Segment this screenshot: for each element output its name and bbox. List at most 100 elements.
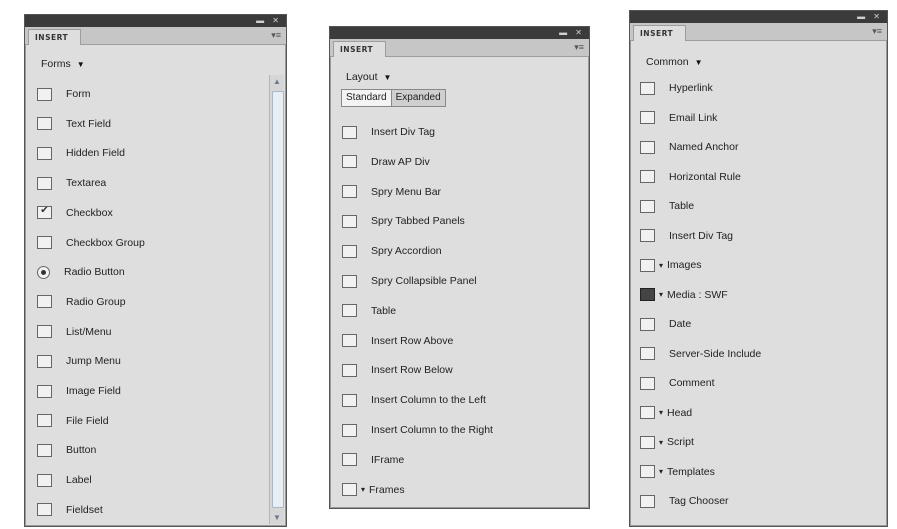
window-controls[interactable]: ▬ ✕: [559, 28, 585, 38]
list-item[interactable]: File Field: [37, 408, 109, 434]
dropdown-arrow-icon[interactable]: ▾: [659, 467, 663, 476]
item-label: File Field: [66, 414, 109, 427]
list-item[interactable]: ▾ Script: [640, 429, 694, 455]
category-selector[interactable]: Forms ▼: [41, 58, 85, 70]
list-item[interactable]: Fieldset: [37, 497, 103, 523]
list-item[interactable]: Text Field: [37, 111, 111, 137]
scrollbar[interactable]: ▲ ▼: [269, 75, 284, 524]
tab-insert[interactable]: INSERT: [28, 29, 82, 45]
panel-tabstrip: INSERT ▾≡: [25, 27, 286, 45]
list-item[interactable]: Date: [640, 311, 691, 337]
list-item[interactable]: Tag Chooser: [640, 488, 729, 514]
item-label: IFrame: [371, 453, 405, 466]
item-label: Text Field: [66, 117, 111, 130]
list-item[interactable]: Button: [37, 437, 96, 463]
list-item[interactable]: ▾ Head: [640, 400, 692, 426]
list-item[interactable]: Email Link: [640, 105, 717, 131]
window-controls[interactable]: ▬ ✕: [256, 16, 282, 26]
list-item[interactable]: Draw AP Div: [342, 149, 430, 175]
expanded-mode-button[interactable]: Expanded: [392, 90, 445, 106]
standard-mode-button[interactable]: Standard: [342, 90, 392, 106]
dropdown-arrow-icon[interactable]: ▾: [659, 290, 663, 299]
item-label: Horizontal Rule: [669, 170, 741, 183]
frames-icon: [342, 483, 357, 497]
list-item[interactable]: Spry Collapsible Panel: [342, 268, 477, 294]
panel-titlebar[interactable]: ▬ ✕: [330, 27, 589, 39]
dropdown-arrow-icon[interactable]: ▾: [659, 438, 663, 447]
list-item[interactable]: Named Anchor: [640, 134, 738, 160]
date-icon: [640, 317, 655, 331]
window-controls[interactable]: ▬ ✕: [857, 12, 883, 22]
list-item[interactable]: List/Menu: [37, 319, 112, 345]
list-item[interactable]: Radio Group: [37, 289, 126, 315]
scrollbar-thumb[interactable]: [272, 91, 284, 508]
list-item[interactable]: Insert Row Below: [342, 357, 453, 383]
list-item[interactable]: Table: [640, 193, 694, 219]
item-label: Spry Accordion: [371, 245, 442, 258]
scroll-down-icon[interactable]: ▼: [270, 513, 284, 522]
item-label: Spry Tabbed Panels: [371, 215, 465, 228]
panel-titlebar[interactable]: ▬ ✕: [630, 11, 887, 23]
category-selector[interactable]: Common ▼: [646, 56, 703, 68]
dropdown-arrow-icon[interactable]: ▾: [361, 485, 365, 494]
list-item[interactable]: Label: [37, 467, 92, 493]
div-tag-icon: [640, 229, 655, 242]
panel-titlebar[interactable]: ▬ ✕: [25, 15, 286, 27]
panel-menu-icon[interactable]: ▾≡: [872, 26, 882, 36]
category-selector[interactable]: Layout ▼: [346, 71, 391, 83]
item-label: Frames: [369, 483, 405, 496]
check-glyph: ✔: [40, 205, 49, 217]
list-item[interactable]: ▾ Images: [640, 252, 701, 278]
panel-menu-icon[interactable]: ▾≡: [574, 42, 584, 52]
item-label: Templates: [667, 465, 715, 478]
list-item[interactable]: Table: [342, 298, 396, 324]
list-item[interactable]: ▾ Media : SWF: [640, 282, 728, 308]
tab-insert[interactable]: INSERT: [633, 25, 687, 41]
item-label: Image Field: [66, 385, 121, 397]
named-anchor-icon: [640, 140, 655, 154]
list-item[interactable]: Insert Column to the Left: [342, 387, 486, 413]
caret-down-icon: ▼: [694, 57, 703, 67]
list-item[interactable]: ▾ Frames: [342, 477, 405, 503]
scroll-up-icon[interactable]: ▲: [270, 77, 284, 86]
email-link-icon: [640, 111, 655, 124]
table-icon: [342, 304, 357, 318]
list-item[interactable]: Spry Tabbed Panels: [342, 208, 465, 234]
list-item[interactable]: Insert Div Tag: [640, 223, 733, 249]
tab-insert[interactable]: INSERT: [333, 41, 387, 57]
dropdown-arrow-icon[interactable]: ▾: [659, 261, 663, 270]
list-item[interactable]: Hyperlink: [640, 75, 713, 101]
dropdown-arrow-icon[interactable]: ▾: [659, 408, 663, 417]
list-item[interactable]: ✔ Checkbox: [37, 200, 113, 226]
list-item[interactable]: Insert Row Above: [342, 328, 453, 354]
list-item[interactable]: ▾ Templates: [640, 459, 715, 485]
list-item[interactable]: Jump Menu: [37, 348, 121, 374]
list-item[interactable]: Form: [37, 81, 91, 107]
list-item[interactable]: Comment: [640, 370, 715, 396]
caret-down-icon: ▼: [76, 59, 85, 69]
item-label: Radio Group: [66, 295, 126, 308]
insert-panel-forms: ▬ ✕ INSERT ▾≡ Forms ▼ Form Text Field Hidd…: [24, 14, 287, 527]
item-label: Email Link: [669, 111, 718, 124]
list-item[interactable]: Spry Menu Bar: [342, 179, 441, 205]
panel-menu-icon[interactable]: ▾≡: [271, 30, 281, 40]
list-item[interactable]: Server-Side Include: [640, 341, 761, 367]
list-item[interactable]: Hidden Field: [37, 140, 125, 166]
item-label: Named Anchor: [669, 141, 739, 153]
list-item[interactable]: Insert Column to the Right: [342, 417, 493, 443]
insert-panel-layout: ▬ ✕ INSERT ▾≡ Layout ▼ Standard Expanded…: [329, 26, 590, 509]
item-label: Label: [66, 474, 92, 487]
script-icon: [640, 435, 655, 449]
item-label: Spry Menu Bar: [371, 185, 442, 198]
list-item[interactable]: Textarea: [37, 170, 106, 196]
list-item[interactable]: Radio Button: [37, 259, 125, 285]
list-item[interactable]: Spry Accordion: [342, 238, 442, 264]
list-item[interactable]: Horizontal Rule: [640, 164, 741, 190]
hidden-field-icon: [37, 146, 52, 160]
item-label: Radio Button: [64, 266, 125, 279]
item-label: Images: [667, 259, 702, 271]
list-item[interactable]: Image Field: [37, 378, 121, 404]
list-item[interactable]: Insert Div Tag: [342, 119, 435, 145]
list-item[interactable]: IFrame: [342, 447, 404, 473]
list-item[interactable]: Checkbox Group: [37, 230, 145, 256]
